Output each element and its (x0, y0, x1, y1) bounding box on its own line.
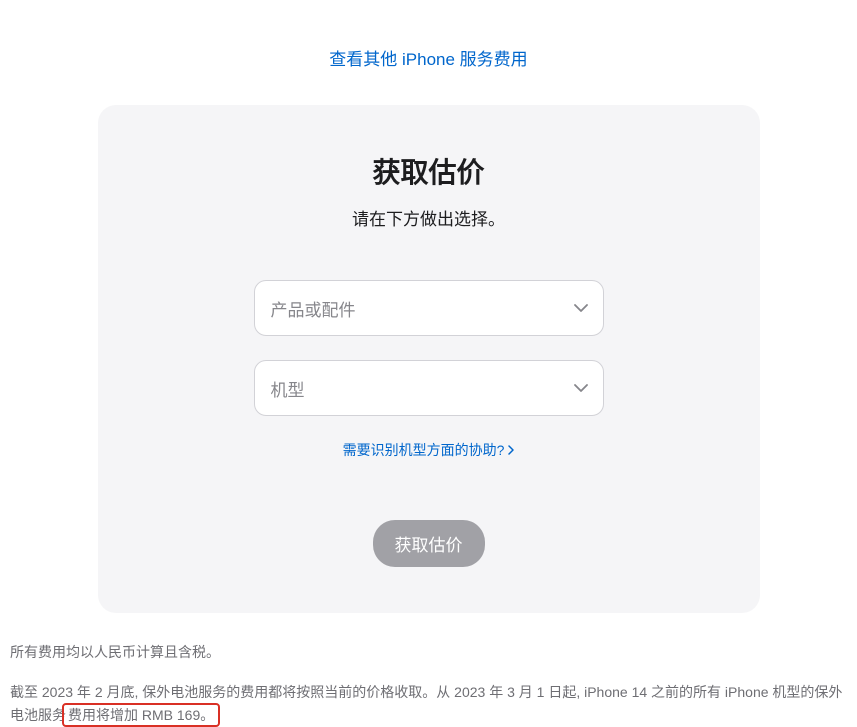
model-select-wrapper: 机型 (254, 360, 604, 416)
top-link-container: 查看其他 iPhone 服务费用 (0, 0, 857, 105)
card-subtitle: 请在下方做出选择。 (138, 205, 720, 230)
help-link-text: 需要识别机型方面的协助? (343, 440, 505, 460)
get-estimate-button[interactable]: 获取估价 (373, 520, 485, 567)
chevron-right-icon (508, 442, 514, 458)
product-select[interactable]: 产品或配件 (254, 280, 604, 336)
help-link-wrapper: 需要识别机型方面的协助? (138, 440, 720, 460)
product-select-wrapper: 产品或配件 (254, 280, 604, 336)
page-wrapper: 查看其他 iPhone 服务费用 获取估价 请在下方做出选择。 产品或配件 机型… (0, 0, 857, 726)
card-title: 获取估价 (138, 151, 720, 191)
model-select[interactable]: 机型 (254, 360, 604, 416)
identify-model-help-link[interactable]: 需要识别机型方面的协助? (343, 440, 515, 460)
footnote-price-change: 截至 2023 年 2 月底, 保外电池服务的费用都将按照当前的价格收取。从 2… (10, 681, 847, 726)
footnote-currency: 所有费用均以人民币计算且含税。 (10, 641, 847, 663)
estimate-card: 获取估价 请在下方做出选择。 产品或配件 机型 需要识别机型方面的协助? (98, 105, 760, 613)
price-increase-highlight: 费用将增加 RMB 169。 (62, 703, 220, 727)
footnotes: 所有费用均以人民币计算且含税。 截至 2023 年 2 月底, 保外电池服务的费… (0, 613, 857, 726)
other-services-link[interactable]: 查看其他 iPhone 服务费用 (329, 50, 527, 69)
